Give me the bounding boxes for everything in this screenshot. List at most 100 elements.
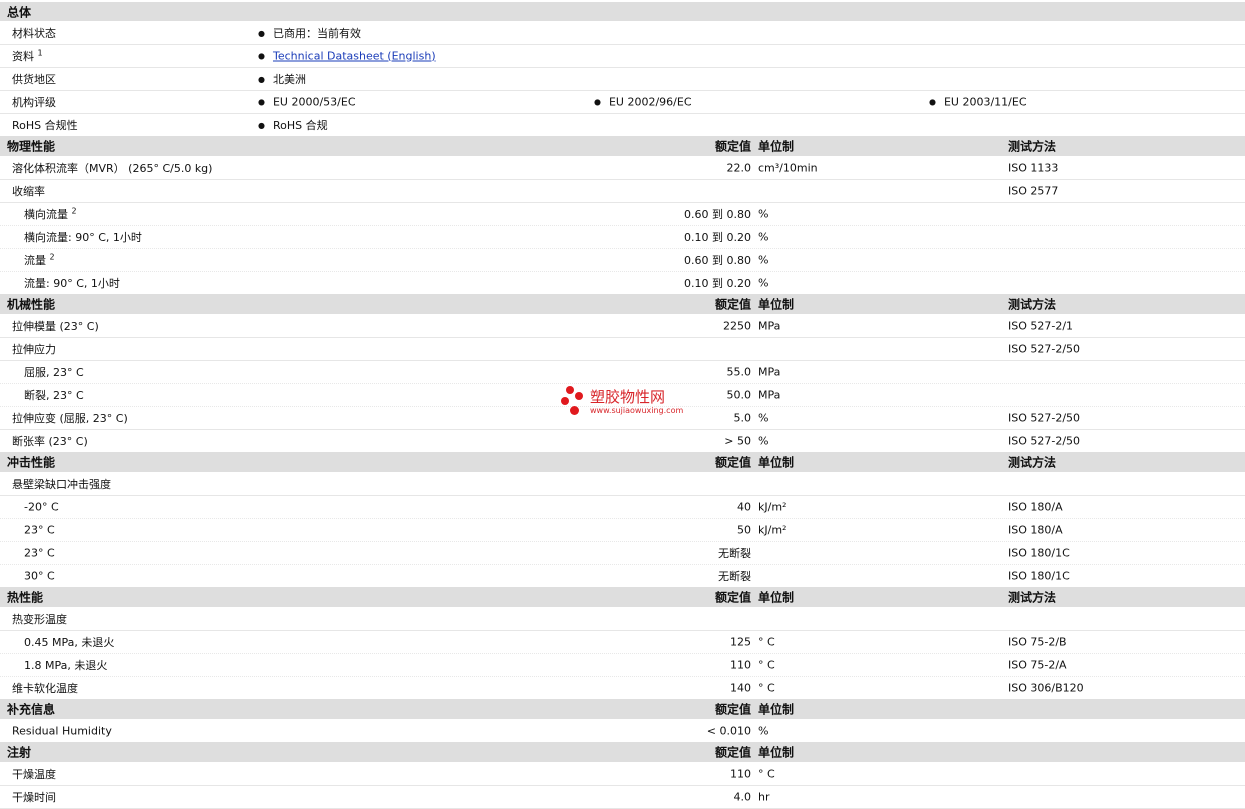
row-label-text: 资料	[12, 49, 34, 63]
section-header: 补充信息 额定值 单位制	[0, 699, 1245, 719]
datasheet-link[interactable]: Technical Datasheet (English)	[273, 49, 436, 62]
bullet-item: 已商用：当前有效	[258, 25, 361, 41]
property-label: 屈服, 23° C	[24, 364, 84, 380]
header-unit: 单位制	[758, 745, 795, 760]
test-method: ISO 180/A	[1008, 523, 1063, 536]
property-label: 1.8 MPa, 未退火	[24, 657, 107, 673]
section-header: 注射 额定值 单位制	[0, 742, 1245, 762]
general-row: 材料状态 已商用：当前有效	[0, 21, 1245, 45]
property-unit: cm³/10min	[758, 161, 818, 174]
section-header-general: 总体	[0, 2, 1245, 21]
property-row: 0.45 MPa, 未退火 125 ° C ISO 75-2/B	[0, 630, 1245, 654]
property-value: 0.10 到 0.20	[684, 230, 751, 244]
property-unit: %	[758, 230, 769, 243]
property-label-text: 断张率 (23° C)	[12, 434, 88, 448]
property-unit: %	[758, 434, 769, 447]
property-value: 0.60 到 0.80	[684, 253, 751, 267]
property-unit: MPa	[758, 319, 781, 332]
property-row: 1.8 MPa, 未退火 110 ° C ISO 75-2/A	[0, 653, 1245, 677]
property-label: 干燥时间	[12, 789, 56, 805]
property-label: 23° C	[24, 546, 55, 559]
property-label-text: 干燥时间	[12, 790, 56, 804]
footnote-marker: 2	[71, 205, 77, 215]
header-value: 额定值	[714, 590, 751, 605]
header-value: 额定值	[714, 297, 751, 312]
footnote-marker: 2	[49, 251, 55, 261]
property-label-text: 23° C	[24, 546, 55, 559]
property-label: 横向流量: 90° C, 1小时	[24, 229, 142, 245]
bullet-item: EU 2003/11/EC	[929, 95, 1027, 108]
property-label-text: 维卡软化温度	[12, 681, 78, 695]
property-unit: %	[758, 207, 769, 220]
general-row: 机构评级 EU 2000/53/EC EU 2002/96/EC EU 2003/11…	[0, 90, 1245, 114]
row-label-text: 供货地区	[12, 72, 56, 86]
test-method: ISO 306/B120	[1008, 681, 1084, 694]
section-header: 冲击性能 额定值 单位制 测试方法	[0, 452, 1245, 472]
property-label: 30° C	[24, 569, 55, 582]
row-label-text: 机构评级	[12, 95, 56, 109]
footnote-marker: 1	[37, 47, 43, 57]
property-label-text: 断裂, 23° C	[24, 388, 84, 402]
property-label: 流量: 90° C, 1小时	[24, 275, 120, 291]
property-label: 0.45 MPa, 未退火	[24, 634, 114, 650]
property-label-text: 拉伸应变 (屈服, 23° C)	[12, 411, 128, 425]
row-label: 供货地区	[12, 71, 56, 87]
property-label: 热变形温度	[12, 611, 67, 627]
property-label: -20° C	[24, 500, 59, 513]
property-row: 收缩率 ISO 2577	[0, 179, 1245, 203]
property-value: 4.0	[733, 790, 752, 803]
general-row: RoHS 合规性 RoHS 合规	[0, 113, 1245, 137]
property-unit: %	[758, 411, 769, 424]
property-label-text: Residual Humidity	[12, 724, 112, 737]
property-row: 热变形温度	[0, 607, 1245, 631]
property-value: 0.60 到 0.80	[684, 207, 751, 221]
section-title: 热性能	[7, 590, 44, 605]
property-value: 110	[730, 658, 751, 671]
property-label: 悬壁梁缺口冲击强度	[12, 476, 111, 492]
property-row: 横向流量: 90° C, 1小时 0.10 到 0.20%	[0, 225, 1245, 249]
property-unit: ° C	[758, 767, 775, 780]
property-value: > 50	[724, 434, 751, 447]
property-label-text: 0.45 MPa, 未退火	[24, 635, 115, 649]
property-label: 横向流量 2	[24, 206, 77, 222]
section-header: 物理性能 额定值 单位制 测试方法	[0, 136, 1245, 156]
test-method: ISO 527-2/50	[1008, 411, 1081, 424]
row-label-text: RoHS 合规性	[12, 118, 78, 132]
property-label-text: 1.8 MPa, 未退火	[24, 658, 108, 672]
property-unit: ° C	[758, 635, 775, 648]
property-label-text: 拉伸应力	[12, 342, 56, 356]
property-label: 干燥温度	[12, 766, 56, 782]
header-unit: 单位制	[758, 702, 795, 717]
property-value: 0.10 到 0.20	[684, 276, 751, 290]
property-row: 悬壁梁缺口冲击强度	[0, 472, 1245, 496]
property-value: 50.0	[726, 388, 752, 401]
watermark-title: 塑胶物性网	[590, 388, 666, 406]
property-label-text: 溶化体积流率（MVR） (265° C/5.0 kg)	[12, 161, 213, 175]
property-label-text: 23° C	[24, 523, 55, 536]
property-value: 5.0	[733, 411, 752, 424]
property-label: 拉伸应力	[12, 341, 56, 357]
property-label: 溶化体积流率（MVR） (265° C/5.0 kg)	[12, 160, 212, 176]
property-row: 干燥温度 110 ° C	[0, 762, 1245, 786]
property-unit: ° C	[758, 681, 775, 694]
property-row: 23° C 无断裂 ISO 180/1C	[0, 541, 1245, 565]
property-row: 维卡软化温度 140 ° C ISO 306/B120	[0, 676, 1245, 700]
property-unit: kJ/m²	[758, 523, 787, 536]
property-value: 50	[737, 523, 751, 536]
property-label: 拉伸应变 (屈服, 23° C)	[12, 410, 128, 426]
property-value: 55.0	[726, 365, 752, 378]
property-unit: kJ/m²	[758, 500, 787, 513]
row-label: 机构评级	[12, 94, 56, 110]
property-unit: %	[758, 276, 769, 289]
test-method: ISO 180/A	[1008, 500, 1063, 513]
property-label-text: 30° C	[24, 569, 55, 582]
property-value: 110	[730, 767, 751, 780]
row-label: 资料 1	[12, 48, 43, 64]
watermark-url: www.sujiaowuxing.com	[590, 406, 684, 415]
property-value: 22.0	[726, 161, 752, 174]
header-method: 测试方法	[1008, 590, 1057, 605]
property-value: 140	[730, 681, 751, 694]
header-unit: 单位制	[758, 455, 795, 470]
property-label: Residual Humidity	[12, 724, 112, 737]
header-value: 额定值	[714, 455, 751, 470]
